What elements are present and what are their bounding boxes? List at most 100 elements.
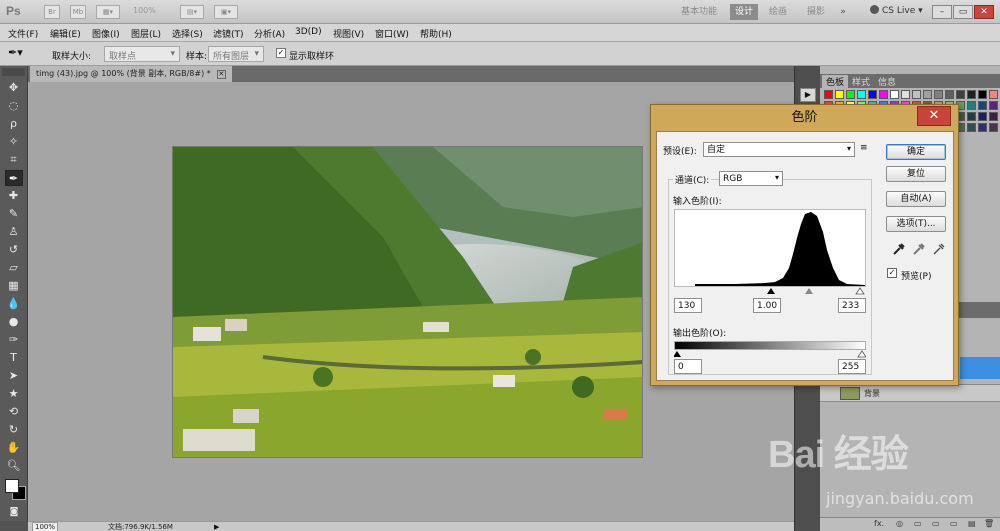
new-group-icon[interactable]: ▭ — [932, 519, 940, 528]
ok-button[interactable]: 确定 — [886, 144, 946, 160]
menu-view[interactable]: 视图(V) — [333, 27, 364, 40]
swatch-chip[interactable] — [989, 112, 998, 121]
output-white-field[interactable]: 255 — [838, 359, 866, 374]
move-tool-icon[interactable]: ✥ — [5, 80, 23, 96]
eraser-tool-icon[interactable]: ▱ — [5, 260, 23, 276]
layer-options-icon[interactable]: ▤ — [968, 519, 976, 528]
swatch-chip[interactable] — [967, 112, 976, 121]
swatch-chip[interactable] — [846, 90, 855, 99]
menu-analysis[interactable]: 分析(A) — [254, 27, 285, 40]
hand-tool-icon[interactable]: ✋ — [5, 440, 23, 456]
workspace-painting[interactable]: 绘画 — [764, 4, 792, 20]
path-selection-tool-icon[interactable]: ➤ — [5, 368, 23, 384]
menu-file[interactable]: 文件(F) — [8, 27, 38, 40]
close-document-icon[interactable]: ✕ — [216, 70, 226, 79]
document-tab[interactable]: timg (43).jpg @ 100% (背景 副本, RGB/8#) * ✕ — [30, 66, 232, 82]
menu-edit[interactable]: 编辑(E) — [50, 27, 81, 40]
shape-tool-icon[interactable]: ★ — [5, 386, 23, 402]
zoom-level-display[interactable]: 100% — [133, 6, 156, 15]
swatch-chip[interactable] — [967, 90, 976, 99]
cs-live-menu[interactable]: CS Live ▾ — [870, 5, 923, 16]
dialog-title[interactable]: 色阶 — [651, 105, 958, 131]
swatch-chip[interactable] — [978, 123, 987, 132]
workspace-design[interactable]: 设计 — [730, 4, 758, 20]
screen-mode-icon[interactable]: ▣▾ — [214, 5, 238, 19]
status-zoom-field[interactable]: 100% — [32, 522, 59, 531]
eyedropper-preset-icon[interactable]: ✒▾ — [8, 46, 23, 59]
brush-tool-icon[interactable]: ✎ — [5, 206, 23, 222]
minibridge-icon[interactable]: Mb — [70, 5, 86, 19]
input-white-field[interactable]: 233 — [838, 298, 866, 313]
swatch-chip[interactable] — [956, 90, 965, 99]
pen-tool-icon[interactable]: ✑ — [5, 332, 23, 348]
document-image[interactable] — [172, 146, 643, 458]
quick-mask-icon[interactable]: ◙ — [5, 504, 23, 520]
type-tool-icon[interactable]: T — [5, 350, 23, 366]
status-menu-arrow-icon[interactable]: ▶ — [214, 522, 219, 531]
delete-layer-icon[interactable]: 🗑 — [984, 519, 994, 528]
swatch-chip[interactable] — [923, 90, 932, 99]
layer-mask-icon[interactable]: ◎ — [896, 519, 903, 528]
preset-select[interactable]: 自定 ▾ — [703, 142, 855, 157]
restore-button[interactable]: ▭ — [953, 5, 973, 19]
fx-icon[interactable]: fx. — [874, 519, 884, 528]
swatch-chip[interactable] — [989, 101, 998, 110]
output-black-field[interactable]: 0 — [674, 359, 702, 374]
show-sampling-ring-checkbox[interactable]: ✓ — [276, 48, 286, 58]
menu-image[interactable]: 图像(I) — [92, 27, 120, 40]
input-white-handle[interactable] — [855, 287, 865, 295]
gradient-tool-icon[interactable]: ▦ — [5, 278, 23, 294]
output-black-handle[interactable] — [673, 351, 681, 357]
swatch-chip[interactable] — [890, 90, 899, 99]
history-brush-tool-icon[interactable]: ↺ — [5, 242, 23, 258]
arrange-documents-icon[interactable]: ▤▾ — [180, 5, 204, 19]
swatch-chip[interactable] — [879, 90, 888, 99]
swatch-chip[interactable] — [989, 123, 998, 132]
swatch-chip[interactable] — [824, 90, 833, 99]
swatch-chip[interactable] — [978, 101, 987, 110]
more-workspaces-icon[interactable]: » — [834, 4, 852, 20]
3d-rotate-tool-icon[interactable]: ⟲ — [5, 404, 23, 420]
3d-orbit-tool-icon[interactable]: ↻ — [5, 422, 23, 438]
new-layer-icon[interactable]: ▭ — [950, 519, 958, 528]
crop-tool-icon[interactable]: ⌗ — [5, 152, 23, 168]
quick-selection-tool-icon[interactable]: ✧ — [5, 134, 23, 150]
selected-layer-highlight[interactable] — [960, 357, 1000, 379]
reset-button[interactable]: 复位 — [886, 166, 946, 182]
black-point-eyedropper-icon[interactable] — [892, 242, 906, 256]
swatch-chip[interactable] — [978, 90, 987, 99]
menu-layer[interactable]: 图层(L) — [131, 27, 161, 40]
input-gamma-field[interactable]: 1.00 — [753, 298, 781, 313]
minimize-button[interactable]: – — [932, 5, 952, 19]
lasso-tool-icon[interactable]: ρ — [5, 116, 23, 132]
swatch-chip[interactable] — [857, 90, 866, 99]
swatch-chip[interactable] — [978, 112, 987, 121]
input-black-handle[interactable] — [767, 288, 775, 294]
input-levels-slider[interactable] — [674, 287, 866, 295]
gray-point-eyedropper-icon[interactable] — [912, 242, 926, 256]
workspace-photography[interactable]: 摄影 — [802, 4, 830, 20]
swatch-chip[interactable] — [934, 90, 943, 99]
tab-styles[interactable]: 样式 — [848, 75, 874, 88]
white-point-eyedropper-icon[interactable] — [932, 242, 946, 256]
adjustment-layer-icon[interactable]: ▭ — [914, 519, 922, 528]
view-extras-icon[interactable]: ▦▾ — [96, 5, 120, 19]
menu-window[interactable]: 窗口(W) — [375, 27, 409, 40]
input-black-field[interactable]: 130 — [674, 298, 702, 313]
preset-options-icon[interactable]: ≡ — [860, 143, 868, 153]
dodge-tool-icon[interactable]: ● — [5, 314, 23, 330]
marquee-tool-icon[interactable]: ◌ — [5, 98, 23, 114]
sample-size-select[interactable]: 取样点 ▾ — [104, 46, 180, 62]
options-button[interactable]: 选项(T)... — [886, 216, 946, 232]
bridge-icon[interactable]: Br — [44, 5, 60, 19]
dialog-close-button[interactable]: ✕ — [917, 106, 951, 126]
workspace-essentials[interactable]: 基本功能 — [676, 4, 722, 20]
tab-swatches[interactable]: 色板 — [822, 75, 849, 88]
swatch-chip[interactable] — [967, 101, 976, 110]
blur-tool-icon[interactable]: 💧 — [5, 296, 23, 312]
menu-filter[interactable]: 滤镜(T) — [213, 27, 244, 40]
auto-button[interactable]: 自动(A) — [886, 191, 946, 207]
swatch-chip[interactable] — [967, 123, 976, 132]
layer-row[interactable]: 背景 — [820, 384, 1000, 402]
swatch-chip[interactable] — [901, 90, 910, 99]
